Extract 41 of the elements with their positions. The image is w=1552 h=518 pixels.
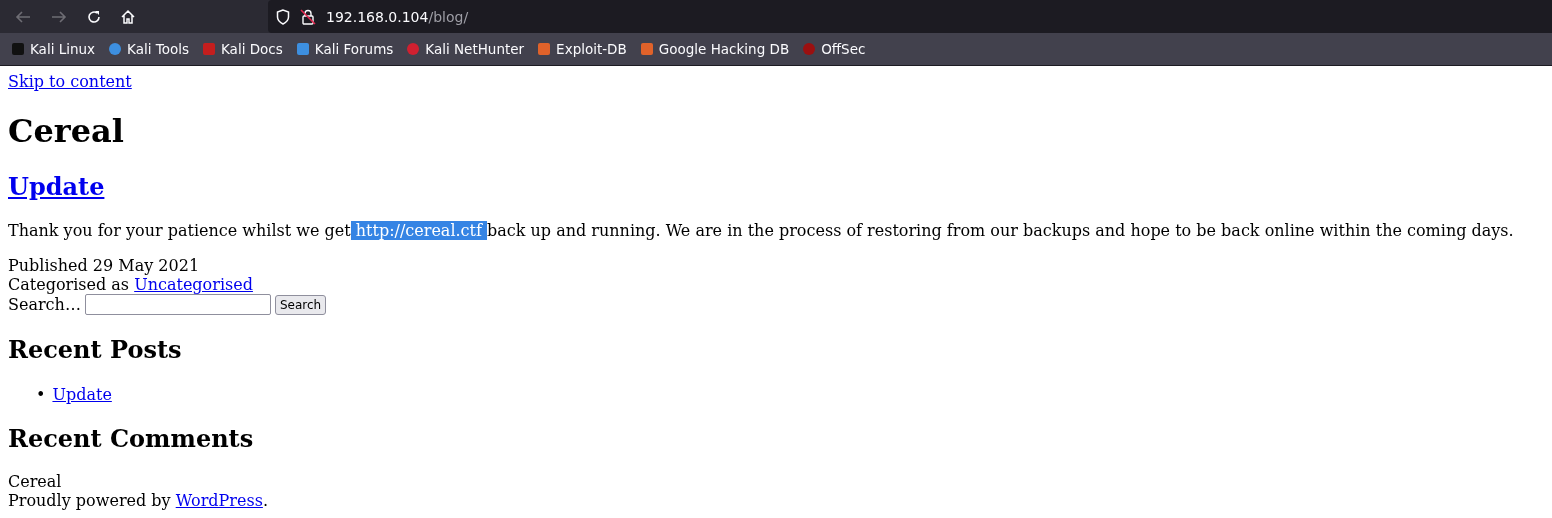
post-text: Thank you for your patience whilst we get http://cereal.ctf back up and running. We are in the process of restoring from our backups and hope to be back online within the coming days. <box>8 221 1515 240</box>
bookmark-icon <box>294 41 311 57</box>
wordpress-link[interactable]: WordPress <box>175 491 263 510</box>
post-title-link[interactable]: Update <box>8 172 105 201</box>
category-link[interactable]: Uncategorised <box>134 275 253 294</box>
bookmark[interactable]: Kali Forums <box>294 41 394 57</box>
footer-site-name: Cereal <box>8 472 63 491</box>
recent-post-link[interactable]: Update <box>52 385 112 404</box>
bookmark-icon <box>10 41 26 57</box>
reload-icon[interactable] <box>86 8 102 25</box>
search-button[interactable]: Search <box>274 294 327 315</box>
site-title: Cereal <box>8 112 125 150</box>
bookmark[interactable]: Google Hacking DB <box>638 41 790 57</box>
bookmark[interactable]: Kali NetHunter <box>405 41 525 57</box>
bookmark[interactable]: Kali Tools <box>107 41 189 57</box>
category-label: Categorised as <box>8 275 130 294</box>
bookmark-icon <box>201 41 217 57</box>
bookmark-icon <box>536 41 553 57</box>
bookmark[interactable]: OffSec <box>801 41 866 57</box>
forward-icon[interactable] <box>50 8 68 25</box>
search-label: Search… <box>8 295 81 314</box>
url-text: 192.168.0.104/blog/ <box>326 8 469 25</box>
bookmark[interactable]: Exploit-DB <box>536 41 627 57</box>
bookmark-icon <box>405 41 422 57</box>
footer-credit: Proudly powered by WordPress. <box>8 491 269 510</box>
bookmark-icon <box>801 41 818 57</box>
section-heading: Recent Comments <box>8 424 255 453</box>
search-field[interactable] <box>84 294 271 315</box>
published-date: Published 29 May 2021 <box>8 256 201 275</box>
back-icon[interactable] <box>14 8 32 25</box>
insecure-lock-icon[interactable] <box>300 8 316 25</box>
skip-link[interactable]: Skip to content <box>8 72 132 91</box>
bookmark[interactable]: Kali Linux <box>10 41 96 57</box>
bookmark-icon <box>638 41 655 57</box>
address-bar[interactable]: 192.168.0.104/blog/ <box>268 0 1552 33</box>
bookmark[interactable]: Kali Docs <box>201 41 283 57</box>
bullet: • <box>36 385 46 404</box>
shield-icon[interactable] <box>276 8 290 25</box>
section-heading: Recent Posts <box>8 335 183 364</box>
bookmark-icon <box>107 41 124 57</box>
home-icon[interactable] <box>120 8 136 25</box>
